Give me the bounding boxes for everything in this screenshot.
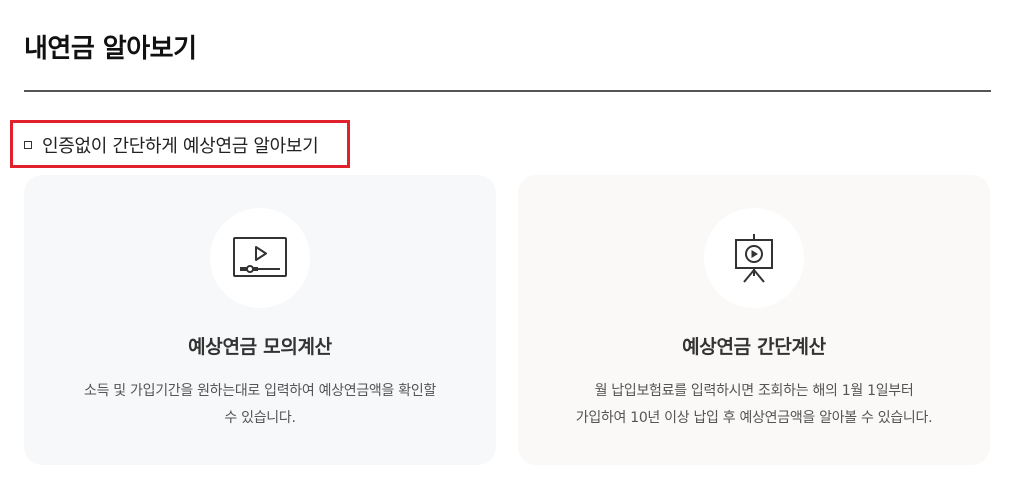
page: 내연금 알아보기 인증없이 간단하게 예상연금 알아보기 예상연금 모의계산 소… [0,0,1032,487]
section-heading-label: 인증없이 간단하게 예상연금 알아보기 [42,136,319,157]
card-description-line: 소득 및 가입기간을 원하는대로 입력하여 예상연금액을 확인할 [84,383,436,399]
card-description: 월 납입보험료를 입력하시면 조회하는 해의 1월 1일부터 가입하여 10년 … [548,378,960,432]
card-title: 예상연금 간단계산 [682,336,826,358]
card-description-line: 월 납입보험료를 입력하시면 조회하는 해의 1월 1일부터 [594,383,914,399]
simulation-calc-card[interactable]: 예상연금 모의계산 소득 및 가입기간을 원하는대로 입력하여 예상연금액을 확… [24,175,496,465]
card-description: 소득 및 가입기간을 원하는대로 입력하여 예상연금액을 확인할 수 있습니다. [54,378,466,432]
simple-calc-card[interactable]: 예상연금 간단계산 월 납입보험료를 입력하시면 조회하는 해의 1월 1일부터… [518,175,990,465]
square-bullet-icon [24,141,32,149]
video-player-icon [210,208,310,308]
presentation-board-icon [704,208,804,308]
card-description-line: 가입하여 10년 이상 납입 후 예상연금액을 알아볼 수 있습니다. [575,410,933,426]
card-description-line: 수 있습니다. [224,410,296,426]
title-divider [24,90,991,92]
section-heading: 인증없이 간단하게 예상연금 알아보기 [24,132,319,158]
page-title: 내연금 알아보기 [24,34,197,64]
card-title: 예상연금 모의계산 [188,336,332,358]
